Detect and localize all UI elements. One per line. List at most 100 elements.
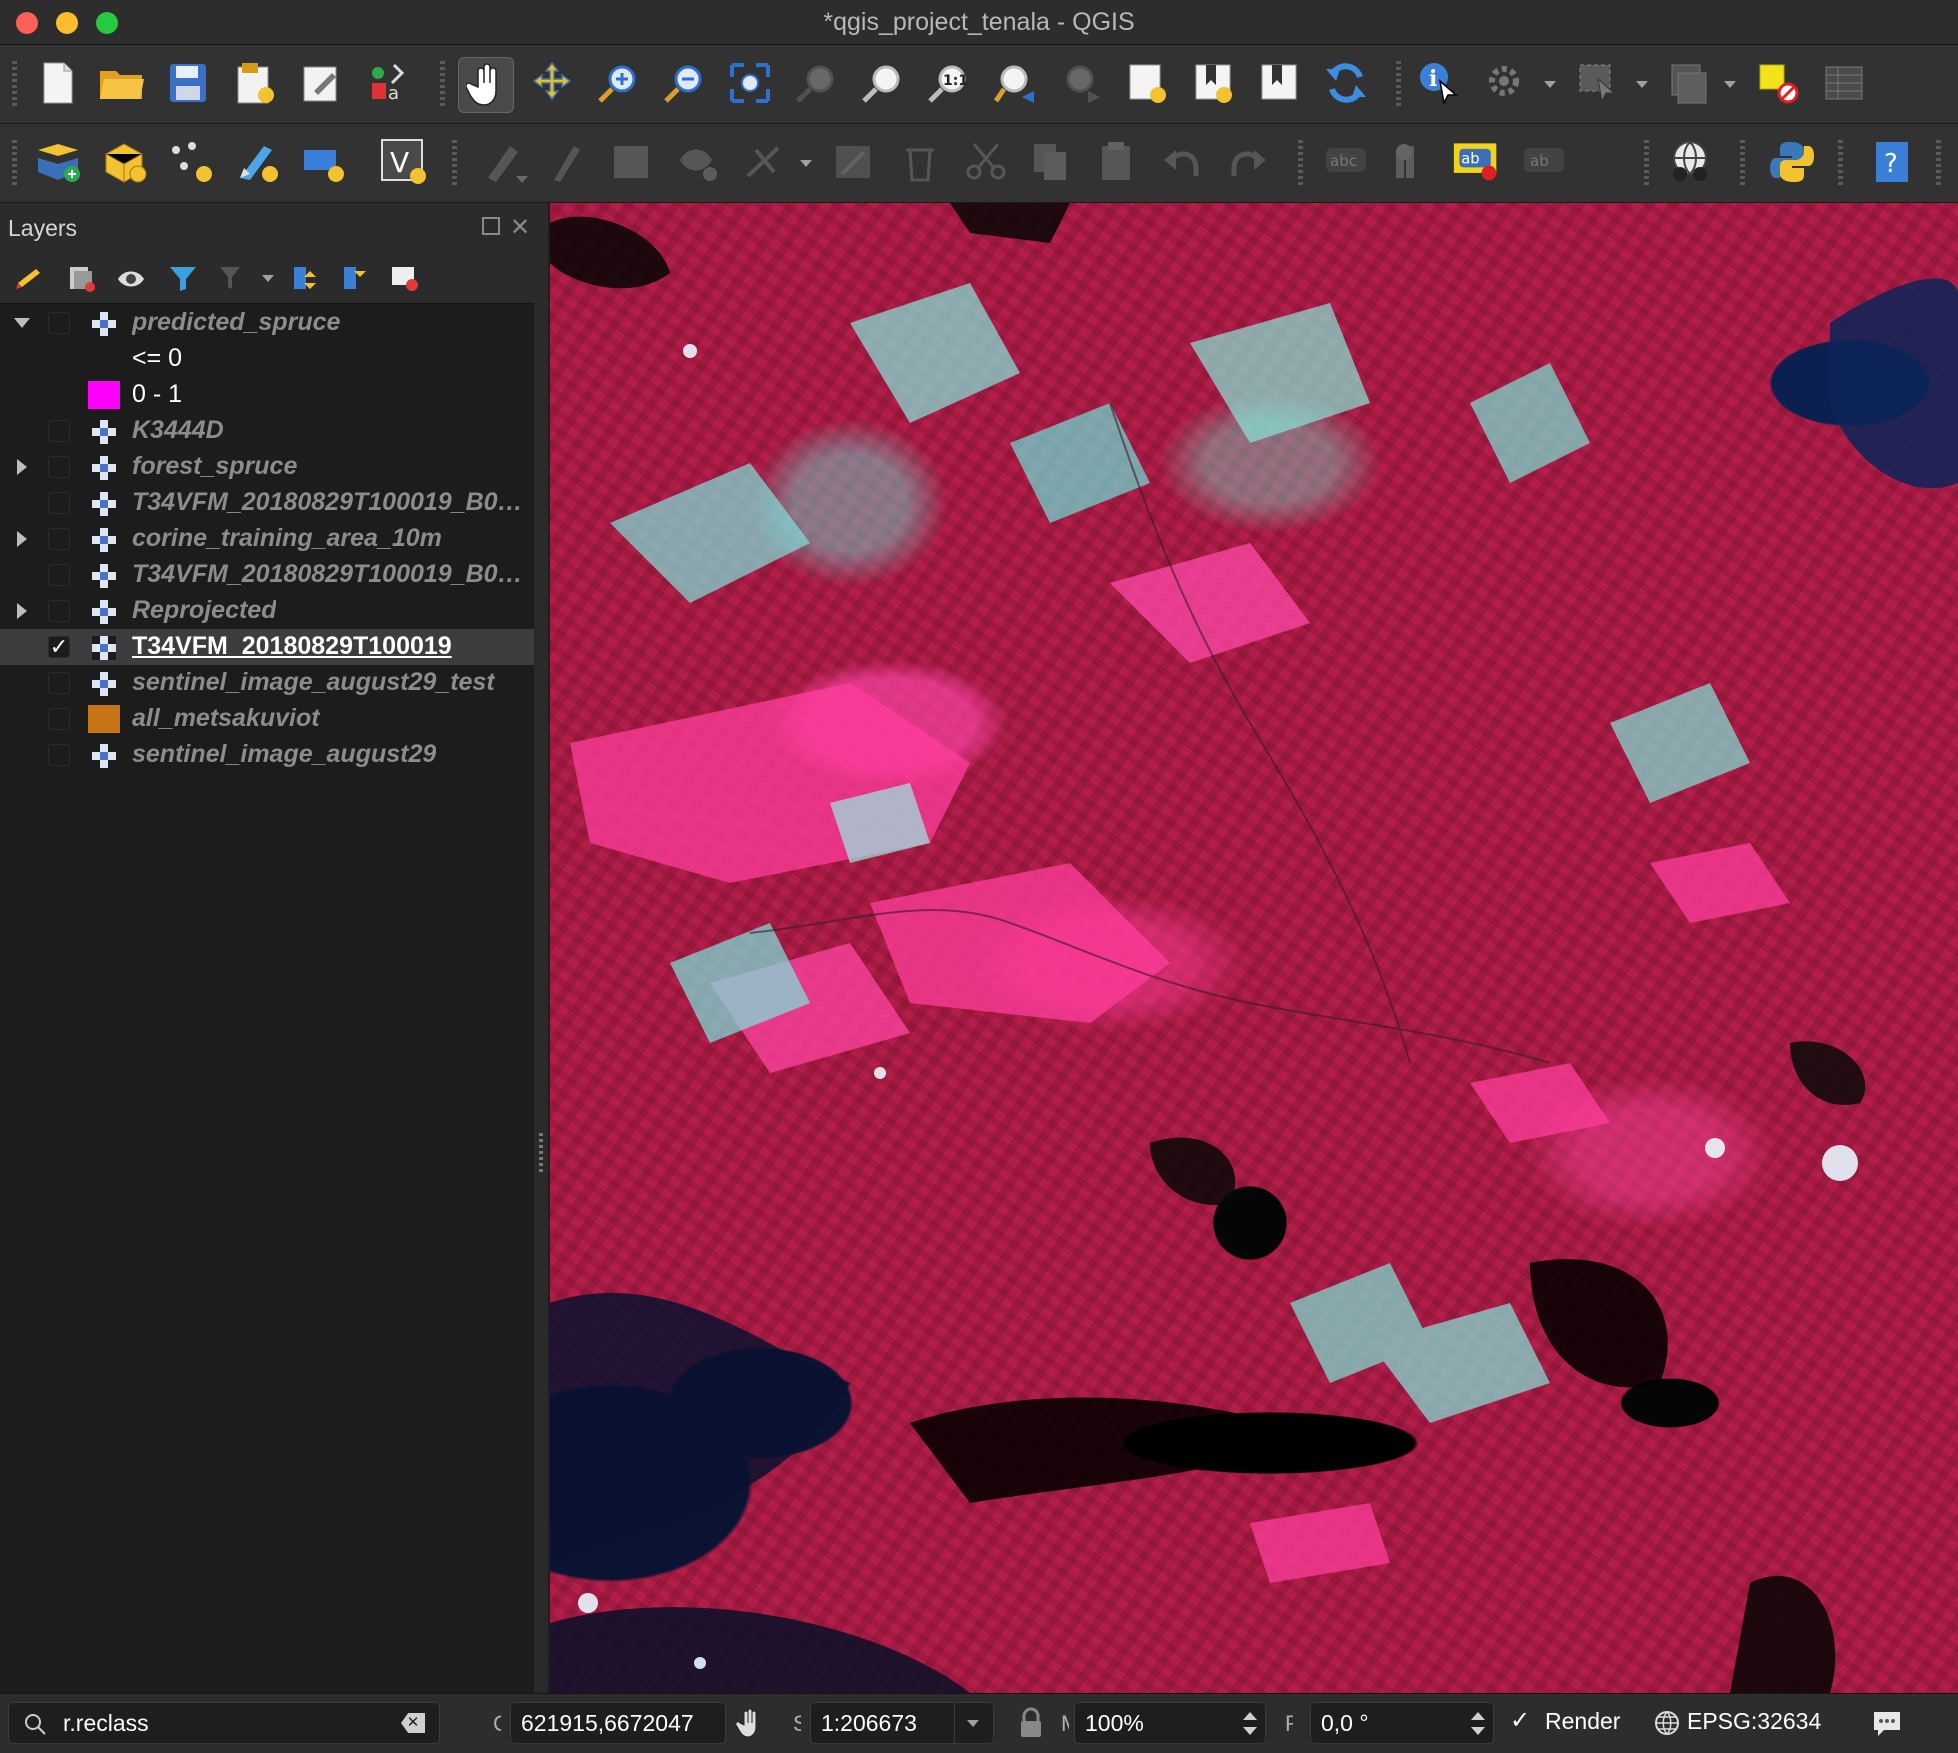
scale-combobox[interactable]: 1:206673 (810, 1702, 994, 1744)
clear-icon[interactable]: ✕ (401, 1713, 425, 1733)
close-icon[interactable]: ✕ (510, 213, 530, 242)
layer-visibility-checkbox[interactable]: ✓ (48, 636, 70, 658)
undo-icon[interactable] (1158, 138, 1206, 186)
zoom-to-selection-icon[interactable] (792, 59, 840, 107)
expand-all-icon[interactable] (290, 263, 320, 293)
zoom-in-icon[interactable] (594, 59, 642, 107)
rotation-spinbox[interactable]: 0,0 ° (1310, 1702, 1494, 1744)
layer-visibility-checkbox[interactable] (48, 600, 70, 622)
layer-item[interactable]: sentinel_image_august29 (0, 737, 534, 773)
zoom-last-icon[interactable] (990, 59, 1038, 107)
chevron-down-icon[interactable] (516, 176, 528, 183)
toolbar-handle[interactable] (12, 61, 17, 107)
paste-features-icon[interactable] (1092, 138, 1140, 186)
remove-layer-icon[interactable] (390, 263, 420, 293)
layer-item[interactable]: predicted_spruce (0, 305, 534, 341)
layer-visibility-checkbox[interactable] (48, 564, 70, 586)
add-feature-icon[interactable] (674, 138, 722, 186)
layer-item[interactable]: forest_spruce (0, 449, 534, 485)
deselect-features-icon[interactable] (1754, 59, 1802, 107)
layer-visibility-checkbox[interactable] (48, 528, 70, 550)
add-group-icon[interactable] (66, 263, 96, 293)
open-attribute-table-icon[interactable] (1664, 59, 1712, 107)
toolbar-handle[interactable] (1838, 140, 1843, 186)
layer-diagram-icon[interactable] (1386, 138, 1434, 186)
toolbar-handle[interactable] (1396, 61, 1401, 107)
redo-icon[interactable] (1224, 138, 1272, 186)
chevron-down-icon[interactable] (262, 275, 274, 282)
python-console-icon[interactable] (1768, 138, 1816, 186)
open-layer-styling-icon[interactable] (14, 263, 44, 293)
layer-item[interactable]: T34VFM_20180829T100019_B02_10m (0, 485, 534, 521)
new-map-view-icon[interactable] (1124, 59, 1172, 107)
toggle-extents-mouse-icon[interactable] (736, 1707, 768, 1739)
run-feature-action-icon[interactable] (1482, 59, 1530, 107)
layer-visibility-checkbox[interactable] (48, 312, 70, 334)
show-bookmarks-icon[interactable] (1256, 59, 1304, 107)
zoom-to-layer-icon[interactable] (858, 59, 906, 107)
save-project-icon[interactable] (164, 59, 212, 107)
locator-search-input[interactable]: r.reclass ✕ (8, 1702, 440, 1744)
chevron-down-icon[interactable] (800, 160, 812, 167)
statistics-panel-icon[interactable] (1820, 59, 1868, 107)
expand-arrow-icon[interactable] (17, 603, 27, 619)
new-geopackage-layer-icon[interactable] (100, 138, 148, 186)
magnifier-spinbox[interactable]: 100% (1074, 1702, 1266, 1744)
toolbar-handle[interactable] (1644, 140, 1649, 186)
layer-visibility-checkbox[interactable] (48, 744, 70, 766)
scale-dropdown-button[interactable] (954, 1703, 993, 1743)
layer-visibility-checkbox[interactable] (48, 456, 70, 478)
float-panel-icon[interactable] (482, 217, 500, 235)
layer-visibility-checkbox[interactable] (48, 672, 70, 694)
new-bookmark-icon[interactable] (1190, 59, 1238, 107)
new-print-layout-icon[interactable] (232, 59, 280, 107)
pan-to-selection-icon[interactable] (528, 59, 576, 107)
layer-item[interactable]: sentinel_image_august29_test (0, 665, 534, 701)
expand-arrow-icon[interactable] (17, 531, 27, 547)
open-project-icon[interactable] (98, 59, 146, 107)
panel-splitter[interactable] (534, 303, 548, 1693)
manage-map-themes-icon[interactable] (116, 263, 146, 293)
help-icon[interactable]: ? (1868, 138, 1916, 186)
data-source-manager-icon[interactable] (34, 138, 82, 186)
delete-selected-icon[interactable] (896, 138, 944, 186)
layer-item[interactable]: T34VFM_20180829T100019_B03_10m (0, 557, 534, 593)
toolbar-handle[interactable] (1740, 140, 1745, 186)
toolbar-handle[interactable] (1936, 140, 1941, 186)
lock-scale-icon[interactable] (1018, 1707, 1044, 1739)
layer-labeling-icon[interactable]: abc (1322, 138, 1370, 186)
refresh-icon[interactable] (1322, 59, 1370, 107)
spin-up-icon[interactable] (1471, 1712, 1485, 1720)
messages-icon[interactable] (1870, 1708, 1904, 1738)
new-project-icon[interactable] (34, 59, 82, 107)
zoom-native-icon[interactable]: 1:1 (924, 59, 972, 107)
select-features-icon[interactable] (1574, 59, 1622, 107)
layer-item[interactable]: K3444D (0, 413, 534, 449)
highlight-pinned-labels-icon[interactable]: ab (1452, 136, 1500, 184)
zoom-full-icon[interactable] (726, 59, 774, 107)
layer-item[interactable]: ✓ T34VFM_20180829T100019 (0, 629, 534, 665)
coordinate-field[interactable]: 621915,6672047 (510, 1702, 726, 1744)
spin-down-icon[interactable] (1243, 1727, 1257, 1735)
vertex-tool-icon[interactable] (742, 138, 790, 186)
new-temporary-layer-icon[interactable] (168, 138, 216, 186)
collapse-arrow-icon[interactable] (14, 318, 30, 328)
layer-visibility-checkbox[interactable] (48, 492, 70, 514)
copy-features-icon[interactable] (1026, 138, 1074, 186)
layer-visibility-checkbox[interactable] (48, 708, 70, 730)
filter-legend-icon[interactable] (168, 263, 198, 293)
chevron-down-icon[interactable] (1636, 81, 1648, 88)
map-canvas[interactable] (550, 203, 1958, 1693)
new-shapefile-icon[interactable] (300, 138, 348, 186)
layout-manager-icon[interactable] (298, 59, 346, 107)
pan-map-icon[interactable] (458, 57, 514, 113)
layer-item[interactable]: Reprojected (0, 593, 534, 629)
globe-icon[interactable] (1654, 1710, 1680, 1736)
zoom-next-icon[interactable] (1056, 59, 1104, 107)
save-edits-icon[interactable] (608, 138, 656, 186)
chevron-down-icon[interactable] (1544, 81, 1556, 88)
style-manager-icon[interactable]: a (364, 59, 412, 107)
identify-features-icon[interactable]: i (1414, 59, 1462, 107)
spin-up-icon[interactable] (1243, 1712, 1257, 1720)
virtual-layer-icon[interactable]: V (378, 136, 430, 188)
